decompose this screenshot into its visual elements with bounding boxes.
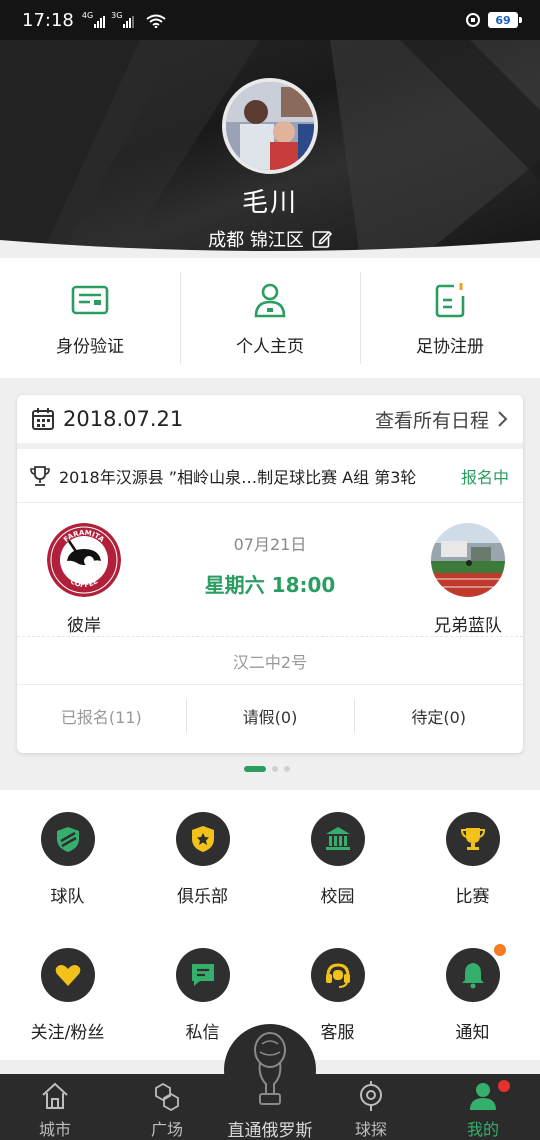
match-teams[interactable]: FARAMITA COFFEE 彼岸 07月21日 星期六 18:00 兄弟蓝队 <box>17 503 523 637</box>
chevron-right-icon <box>498 411 508 427</box>
headset-icon <box>325 963 350 988</box>
profile-icon <box>470 1083 496 1110</box>
nav-explore[interactable]: 球探 <box>326 1074 416 1140</box>
signed-up-count[interactable]: 已报名(11) <box>17 685 186 747</box>
home-team-logo: FARAMITA COFFEE <box>47 523 121 597</box>
nav-center-label[interactable]: 直通俄罗斯 <box>210 1116 330 1140</box>
nav-mine-label: 我的 <box>466 1120 499 1139</box>
fa-registration-label: 足协注册 <box>416 336 484 357</box>
personal-homepage-label: 个人主页 <box>236 336 304 357</box>
quick-actions: 身份验证 个人主页 足协注册 <box>0 258 540 378</box>
feature-label: 关注/粉丝 <box>30 1023 105 1043</box>
nav-mine[interactable]: 我的 <box>438 1074 528 1140</box>
hexagons-icon <box>155 1082 179 1112</box>
fa-registration-button[interactable]: 足协注册 <box>360 258 540 378</box>
away-team-name: 兄弟蓝队 <box>434 616 502 636</box>
cup-icon <box>30 465 50 486</box>
wifi-icon <box>146 14 167 28</box>
signal-4g-icon: 4G <box>82 12 106 28</box>
school-building-icon <box>325 827 350 850</box>
feature-label: 俱乐部 <box>177 887 228 907</box>
match-date: 07月21日 <box>233 535 307 554</box>
match-status-badge: 报名中 <box>460 467 509 487</box>
card-pager <box>244 766 290 772</box>
view-all-label: 查看所有日程 <box>374 409 489 432</box>
person-icon <box>254 283 286 317</box>
feature-club[interactable]: 俱乐部 <box>135 812 270 907</box>
away-team-logo <box>431 523 505 597</box>
calendar-icon <box>32 408 54 430</box>
location-text: 成都 锦江区 <box>208 230 304 251</box>
home-team[interactable]: FARAMITA COFFEE 彼岸 <box>29 523 139 636</box>
feature-label: 通知 <box>455 1023 490 1043</box>
notification-badge <box>493 944 506 956</box>
feature-follow[interactable]: 关注/粉丝 <box>0 948 135 1043</box>
schedule-date: 2018.07.21 <box>63 407 184 431</box>
network-indicators: 4G 3G <box>82 12 167 28</box>
pager-dot-active <box>244 766 266 772</box>
nav-plaza[interactable]: 广场 <box>122 1074 212 1140</box>
pending-count[interactable]: 待定(0) <box>354 685 523 747</box>
lock-icon <box>466 13 480 27</box>
match-time: 星期六 18:00 <box>204 573 336 597</box>
attendance-counts: 已报名(11) 请假(0) 待定(0) <box>17 685 523 747</box>
identity-verify-label: 身份验证 <box>56 336 124 357</box>
personal-homepage-button[interactable]: 个人主页 <box>180 258 360 378</box>
leave-count[interactable]: 请假(0) <box>185 685 355 747</box>
feature-label: 校园 <box>320 887 355 907</box>
nav-city-label: 城市 <box>38 1120 71 1139</box>
schedule-card[interactable]: 2018.07.21 查看所有日程 2018年汉源县 ”相岭山泉…制足球比赛 A… <box>17 395 523 753</box>
schedule-header: 2018.07.21 查看所有日程 <box>17 395 523 449</box>
edit-icon[interactable] <box>312 229 332 249</box>
scout-target-icon <box>360 1081 382 1111</box>
match-title-row[interactable]: 2018年汉源县 ”相岭山泉…制足球比赛 A组 第3轮 报名中 <box>17 449 523 503</box>
shield-icon <box>56 827 79 852</box>
avatar[interactable] <box>222 78 318 174</box>
signal-3g-icon: 3G <box>111 12 135 28</box>
bell-icon <box>461 963 484 989</box>
username: 毛川 <box>241 188 298 218</box>
nav-plaza-label: 广场 <box>150 1120 183 1139</box>
match-info: 07月21日 星期六 18:00 <box>167 531 373 598</box>
club-badge-icon <box>191 826 214 852</box>
match-title: 2018年汉源县 ”相岭山泉…制足球比赛 A组 第3轮 <box>59 467 417 487</box>
feature-grid: 球队 俱乐部 校园 比赛 关注/粉丝 私信 客服 通知 <box>0 790 540 1060</box>
feature-notifications[interactable]: 通知 <box>405 944 540 1043</box>
feature-campus[interactable]: 校园 <box>270 812 405 907</box>
feature-label: 球队 <box>50 887 85 907</box>
pager-dot <box>284 766 290 772</box>
home-team-name: 彼岸 <box>67 616 101 636</box>
match-venue: 汉二中2号 <box>17 637 523 685</box>
nav-mine-badge <box>498 1080 510 1092</box>
profile-header: 毛川 成都 锦江区 <box>0 40 540 258</box>
feature-label: 私信 <box>185 1023 220 1043</box>
pager-dot <box>272 766 278 772</box>
view-all-schedule-link[interactable]: 查看所有日程 <box>375 406 509 433</box>
home-icon <box>42 1082 68 1109</box>
battery-icon: 69 <box>488 12 522 28</box>
world-cup-trophy-icon[interactable] <box>246 1030 294 1112</box>
feature-team[interactable]: 球队 <box>0 812 135 907</box>
away-team[interactable]: 兄弟蓝队 <box>413 523 523 636</box>
id-card-icon <box>71 285 109 314</box>
status-time: 17:18 <box>22 9 74 31</box>
trophy-icon <box>460 828 485 850</box>
identity-verify-button[interactable]: 身份验证 <box>0 258 180 378</box>
nav-explore-label: 球探 <box>354 1120 387 1139</box>
feature-label: 比赛 <box>455 887 490 907</box>
registration-icon <box>435 282 465 317</box>
nav-city[interactable]: 城市 <box>10 1074 100 1140</box>
heart-icon <box>55 965 80 986</box>
feature-label: 客服 <box>320 1023 355 1043</box>
message-icon <box>191 964 214 986</box>
feature-match[interactable]: 比赛 <box>405 812 540 907</box>
location-row[interactable]: 成都 锦江区 <box>0 226 540 252</box>
status-bar: 17:18 4G 3G 69 <box>0 0 540 40</box>
